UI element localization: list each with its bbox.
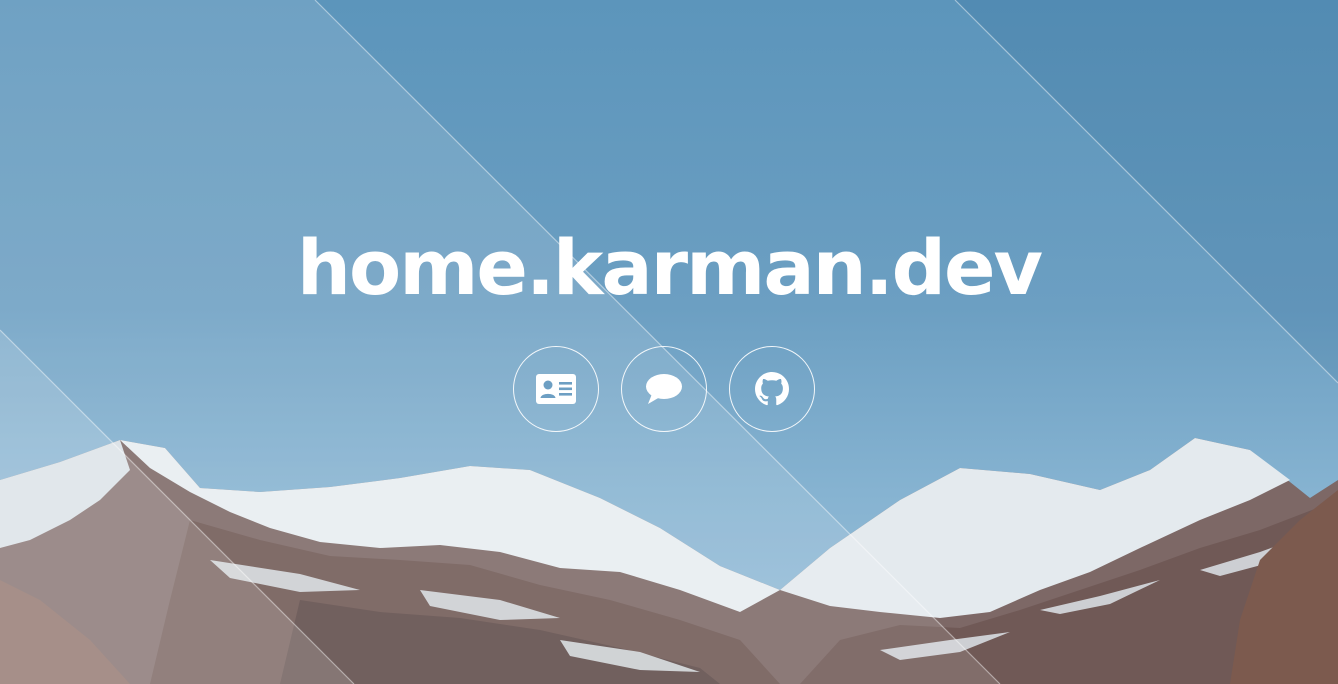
speech-bubble-icon: [646, 374, 682, 404]
hero-background: home.karman.dev: [0, 0, 1338, 684]
social-links: [513, 346, 815, 432]
github-button[interactable]: [729, 346, 815, 432]
contact-card-button[interactable]: [513, 346, 599, 432]
site-title: home.karman.dev: [296, 223, 1043, 312]
mountain-landscape: [0, 0, 1338, 684]
id-card-icon: [536, 374, 576, 404]
chat-button[interactable]: [621, 346, 707, 432]
github-icon: [755, 372, 789, 406]
